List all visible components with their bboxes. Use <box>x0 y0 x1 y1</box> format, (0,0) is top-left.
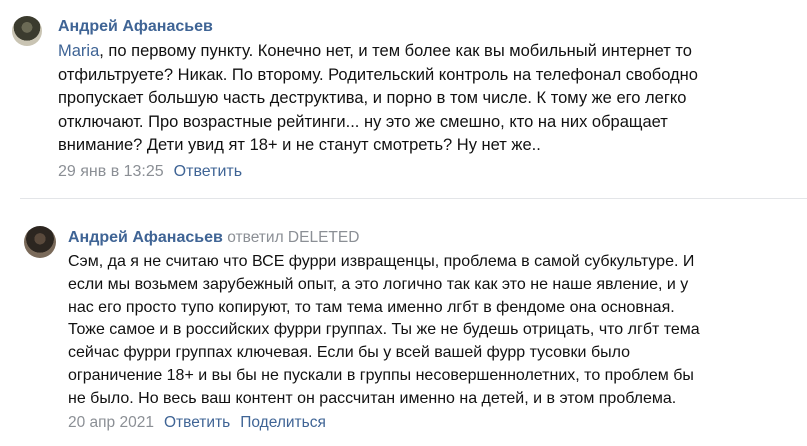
comment-line: Maria, по первому пункту. Конечно нет, и… <box>58 42 692 60</box>
comment-text: Сэм, да я не считаю что ВСЕ фурри извращ… <box>68 251 700 411</box>
comment-line: отключают. Про возрастные рейтинги... ну… <box>58 112 668 131</box>
comment-date[interactable]: 29 янв в 13:25 <box>58 163 164 180</box>
reply-to-label[interactable]: ответил DELETED <box>227 229 359 246</box>
reply-button[interactable]: Ответить <box>174 163 242 180</box>
comment-meta: 29 янв в 13:25 Ответить <box>58 163 242 181</box>
comment-line: нас его просто тупо копируют, то там тем… <box>68 298 675 316</box>
comment-author-name[interactable]: Андрей Афанасьев <box>68 229 223 246</box>
comment-line: внимание? Дети увид ят 18+ и не станут с… <box>58 136 541 154</box>
comment-line: не было. Но весь ваш контент он рассчита… <box>68 389 677 407</box>
comment-meta: 20 апр 2021 Ответить Поделиться <box>68 414 326 432</box>
reply-button[interactable]: Ответить <box>164 414 230 431</box>
comment-line: отфильтруете? Никак. По второму. Родител… <box>58 65 698 84</box>
comment-line: пропускает большую часть деструктива, и … <box>58 89 687 107</box>
comment-1: Андрей Афанасьев Maria, по первому пункт… <box>0 0 807 196</box>
share-button[interactable]: Поделиться <box>240 414 326 431</box>
comment-author: Андрей Афанасьев ответил DELETED <box>68 229 359 247</box>
mention-link[interactable]: Maria <box>58 42 99 60</box>
comment-text: Maria, по первому пункту. Конечно нет, и… <box>58 40 698 158</box>
comment-line: сейчас фурри группах ключевая. Если бы у… <box>68 344 631 362</box>
comment-line: Тоже самое и в российских фурри группах.… <box>68 321 700 339</box>
comment-2: Андрей Афанасьев ответил DELETED Сэм, да… <box>0 196 807 446</box>
comment-line: если мы возьмем зарубежный опыт, а это л… <box>68 275 689 293</box>
avatar[interactable] <box>12 16 42 46</box>
comment-line: ограничение 18+ и вы бы не пускали в гру… <box>68 366 694 384</box>
comment-line: Сэм, да я не считаю что ВСЕ фурри извращ… <box>68 253 695 270</box>
avatar[interactable] <box>24 226 56 258</box>
comment-date[interactable]: 20 апр 2021 <box>68 414 154 431</box>
comment-author[interactable]: Андрей Афанасьев <box>58 18 213 36</box>
